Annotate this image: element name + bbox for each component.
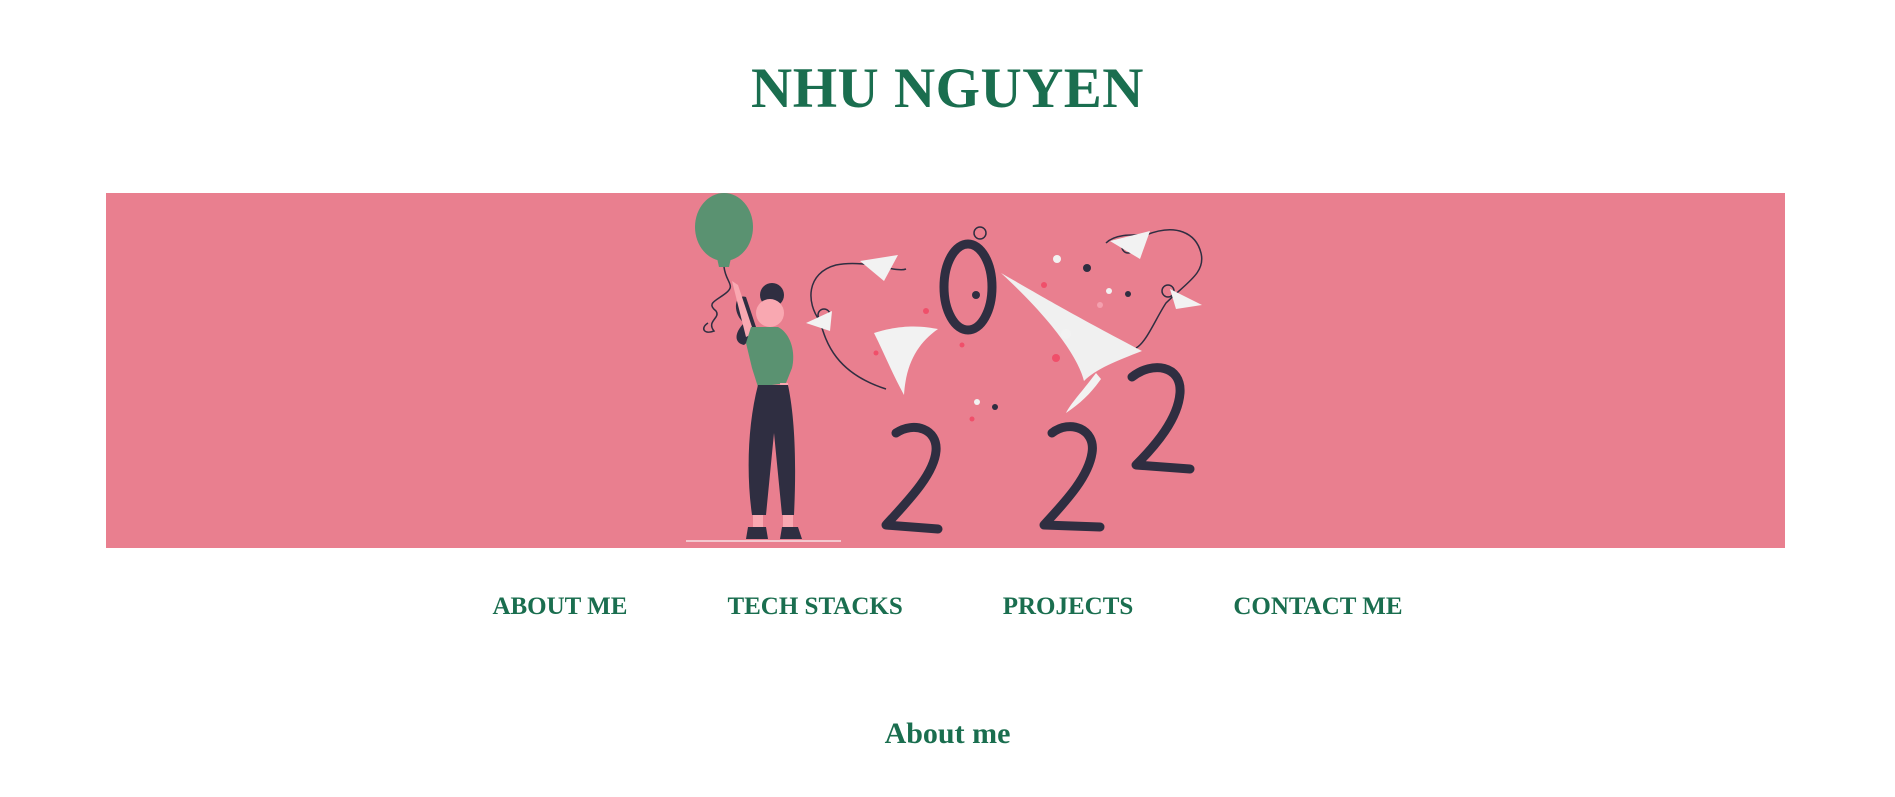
nav-about-me[interactable]: ABOUT ME	[492, 592, 627, 622]
about-me-heading: About me	[884, 717, 1011, 750]
year-2022-digits	[881, 239, 1195, 534]
hero-banner	[106, 193, 1785, 548]
digit-2-second	[1039, 422, 1105, 532]
digit-0	[939, 239, 997, 335]
site-title: NHU NGUYEN	[751, 57, 1144, 120]
streamer-lines	[810, 226, 1203, 390]
nav-tech-stacks[interactable]: TECH STACKS	[727, 592, 902, 622]
woman-with-balloon-2022-illustration	[686, 193, 1203, 542]
nav-contact-me[interactable]: CONTACT ME	[1233, 592, 1402, 622]
confetti-flags	[806, 231, 1202, 413]
nav-projects[interactable]: PROJECTS	[1003, 592, 1134, 622]
digit-2	[881, 422, 943, 534]
woman-figure	[732, 281, 802, 539]
main-nav: ABOUT ME TECH STACKS PROJECTS CONTACT ME	[0, 592, 1895, 622]
digit-2-third	[1127, 363, 1195, 474]
